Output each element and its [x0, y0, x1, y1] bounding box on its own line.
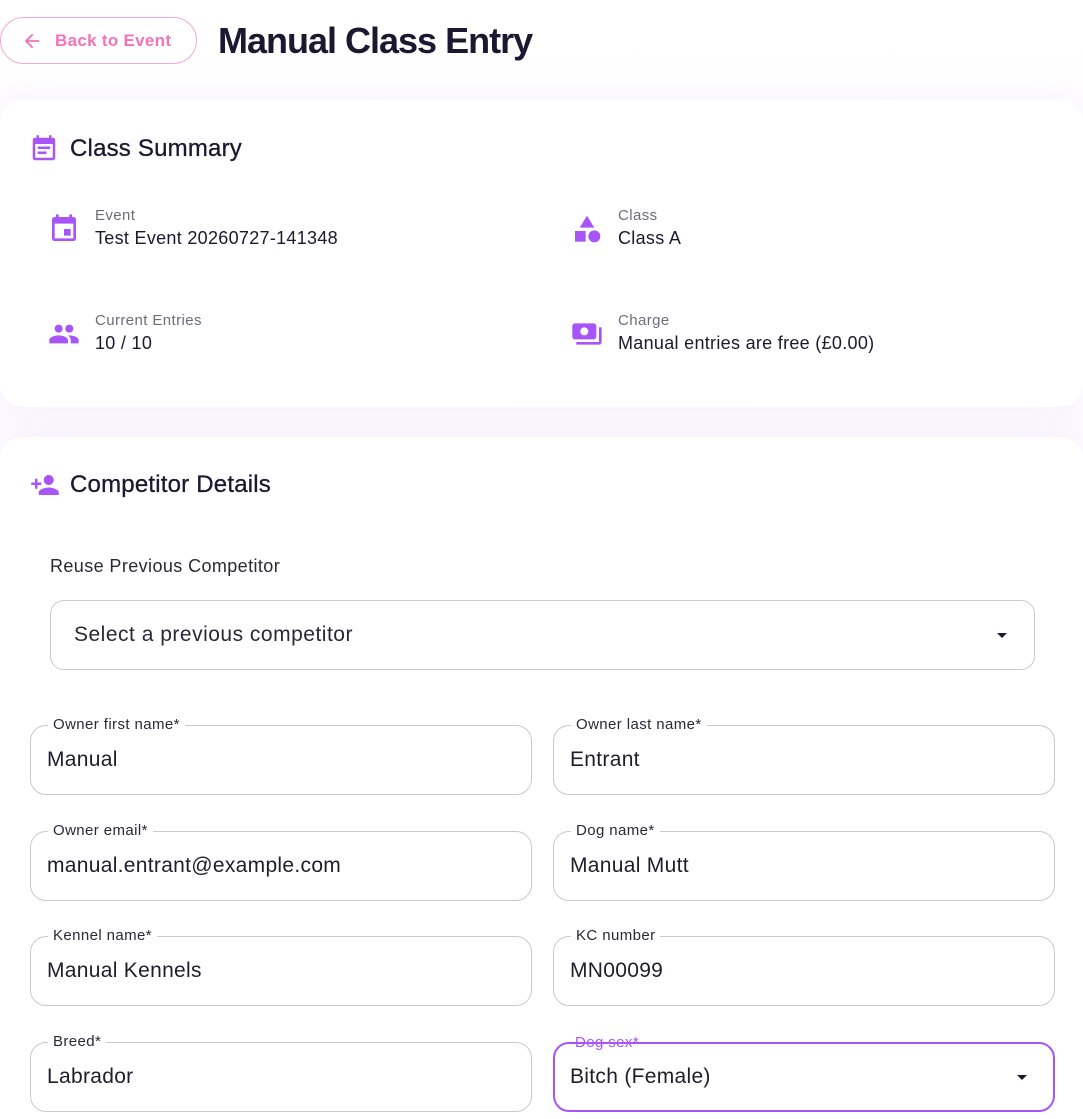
back-to-event-button[interactable]: Back to Event [0, 17, 197, 64]
summary-label-current-entries: Current Entries [95, 312, 202, 329]
manual-class-entry-page: Back to Event Manual Class Entry Class S… [0, 0, 1083, 1119]
summary-value-current-entries: 10 / 10 [95, 333, 153, 353]
summary-item-class: Class Class A [571, 207, 1041, 257]
class-summary-card: Class Summary Event Test Event 20260727-… [0, 100, 1083, 407]
summary-item-charge: Charge Manual entries are free (£0.00) [571, 312, 1041, 362]
summary-item-event: Event Test Event 20260727-141348 [48, 207, 518, 257]
summary-label-charge: Charge [618, 312, 670, 329]
back-to-event-label: Back to Event [55, 31, 172, 50]
owner-last-name-field: Owner last name* [553, 716, 1055, 795]
dog-name-input[interactable] [570, 832, 1036, 900]
kennel-name-input[interactable] [47, 937, 513, 1005]
category-icon [571, 213, 603, 245]
summary-value-event: Test Event 20260727-141348 [95, 228, 338, 248]
dropdown-arrow-icon [990, 623, 1014, 647]
summary-value-class: Class A [618, 228, 682, 248]
summary-label-event: Event [95, 207, 136, 224]
kennel-name-field: Kennel name* [30, 927, 532, 1006]
class-summary-header: Class Summary [0, 134, 420, 164]
owner-first-name-input[interactable] [47, 726, 513, 794]
owner-email-field: Owner email* [30, 822, 532, 901]
previous-competitor-select[interactable]: Select a previous competitor [50, 600, 1035, 670]
reuse-previous-competitor-label: Reuse Previous Competitor [50, 556, 281, 576]
competitor-details-card: Competitor Details Reuse Previous Compet… [0, 437, 1083, 1119]
competitor-details-header: Competitor Details [0, 470, 420, 500]
group-icon [48, 318, 80, 350]
event-icon [48, 213, 80, 245]
dropdown-arrow-icon [1010, 1065, 1034, 1089]
owner-last-name-input[interactable] [570, 726, 1036, 794]
dog-sex-select[interactable]: Dog sex* Bitch (Female) [553, 1034, 1055, 1112]
page-title: Manual Class Entry [218, 20, 533, 61]
payments-icon [571, 318, 603, 350]
kc-number-input[interactable] [570, 937, 1036, 1005]
competitor-details-title: Competitor Details [70, 471, 272, 498]
previous-competitor-select-text: Select a previous competitor [74, 623, 353, 646]
summary-value-charge: Manual entries are free (£0.00) [618, 333, 875, 353]
breed-input[interactable] [47, 1043, 513, 1111]
class-summary-title: Class Summary [70, 135, 242, 162]
dog-sex-value: Bitch (Female) [570, 1065, 711, 1088]
summary-label-class: Class [618, 207, 658, 224]
owner-email-input[interactable] [47, 832, 513, 900]
breed-field: Breed* [30, 1033, 532, 1112]
person-add-icon [30, 470, 60, 500]
dog-name-field: Dog name* [553, 822, 1055, 901]
owner-first-name-field: Owner first name* [30, 716, 532, 795]
arrow-back-icon [21, 30, 43, 52]
kc-number-field: KC number [553, 927, 1055, 1006]
summary-item-current-entries: Current Entries 10 / 10 [48, 312, 518, 362]
event-note-icon [29, 134, 59, 164]
